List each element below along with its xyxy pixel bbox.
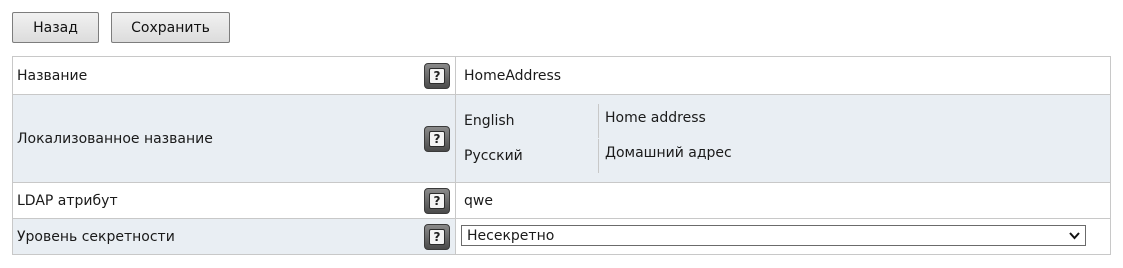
secrecy-value-cell: Несекретно (455, 219, 1110, 254)
help-icon[interactable]: ? (424, 62, 450, 89)
localized-name-value-cell: English Home address Русский Домашний ад… (455, 95, 1110, 182)
question-mark-icon: ? (429, 228, 445, 245)
ldap-value: qwe (464, 192, 493, 209)
secrecy-selected-value: Несекретно (467, 227, 555, 244)
secrecy-label: Уровень секретности (17, 228, 175, 245)
form-row-name: Название ? HomeAddress (13, 57, 1110, 94)
name-value: HomeAddress (464, 67, 562, 84)
save-button[interactable]: Сохранить (111, 12, 230, 43)
help-icon[interactable]: ? (424, 187, 450, 214)
localized-value: Home address (598, 104, 706, 138)
language-label: English (464, 113, 515, 129)
secrecy-select[interactable]: Несекретно (461, 225, 1086, 246)
question-mark-icon: ? (429, 192, 445, 209)
form-row-localized-name: Локализованное название ? English Home a… (13, 94, 1110, 182)
question-mark-icon: ? (429, 130, 445, 147)
help-icon[interactable]: ? (424, 125, 450, 152)
attribute-form: Название ? HomeAddress Локализованное на… (12, 56, 1111, 255)
form-row-ldap: LDAP атрибут ? qwe (13, 182, 1110, 218)
language-label: Русский (464, 148, 523, 164)
chevron-down-icon (1069, 232, 1080, 240)
ldap-value-cell: qwe (455, 183, 1110, 218)
name-value-cell: HomeAddress (455, 57, 1110, 94)
localization-entry: English Home address (456, 104, 1110, 138)
localized-value: Домашний адрес (598, 139, 732, 173)
form-row-secrecy: Уровень секретности ? Несекретно (13, 218, 1110, 254)
back-button[interactable]: Назад (12, 12, 99, 43)
localized-name-label: Локализованное название (17, 130, 213, 147)
question-mark-icon: ? (429, 67, 445, 84)
name-label: Название (17, 67, 88, 84)
ldap-label: LDAP атрибут (17, 192, 118, 209)
help-icon[interactable]: ? (424, 223, 450, 250)
localization-entry: Русский Домашний адрес (456, 139, 1110, 173)
